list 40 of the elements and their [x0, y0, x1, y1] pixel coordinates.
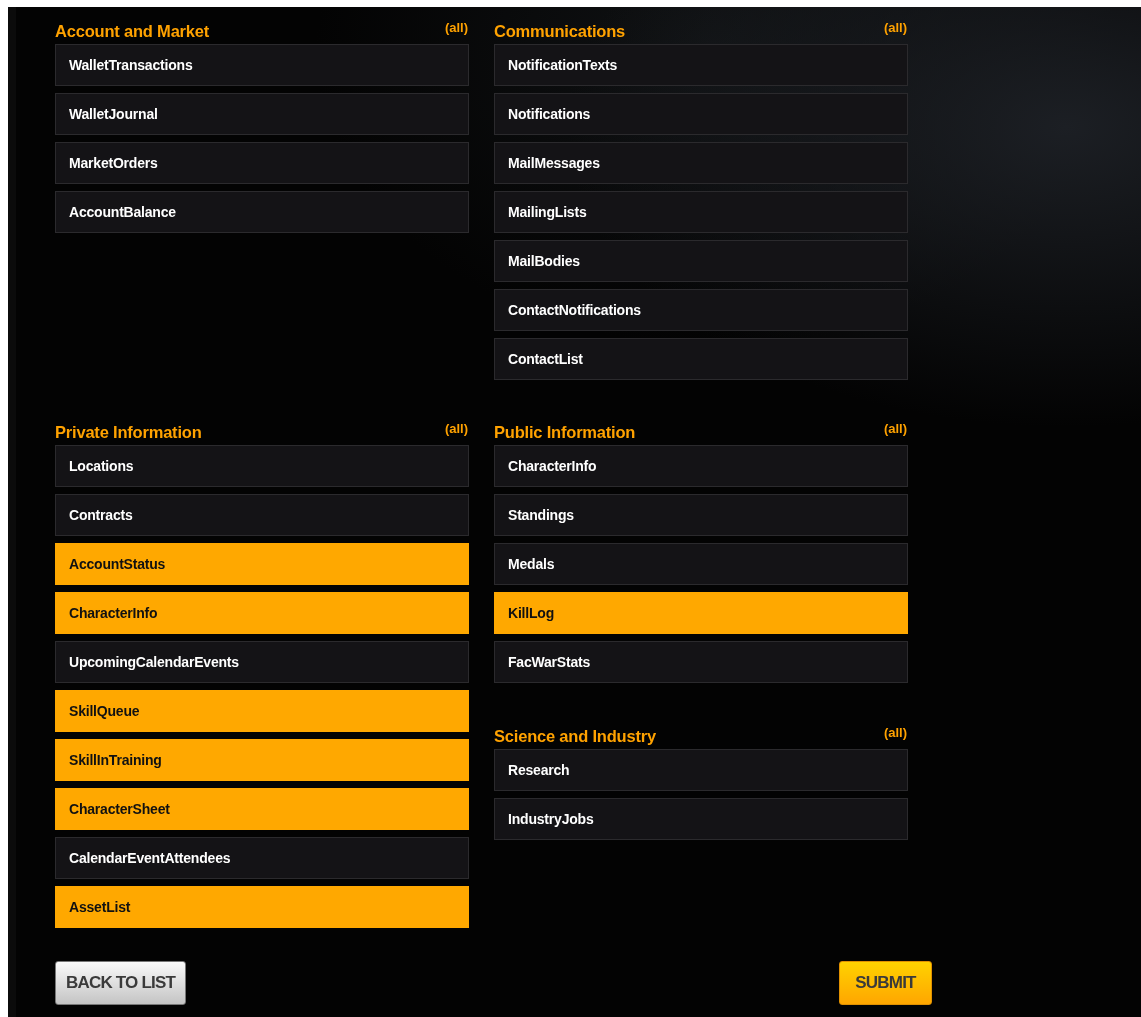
section-title: Public Information [494, 423, 636, 442]
api-option[interactable]: Locations [55, 445, 469, 487]
api-option[interactable]: MailingLists [494, 191, 908, 233]
section-title: Communications [494, 22, 626, 41]
back-button[interactable]: BACK TO LIST [55, 961, 186, 1005]
api-option[interactable]: Medals [494, 543, 908, 585]
api-option[interactable]: ContactList [494, 338, 908, 380]
api-option[interactable]: AssetList [55, 886, 469, 928]
api-option[interactable]: NotificationTexts [494, 44, 908, 86]
api-option[interactable]: FacWarStats [494, 641, 908, 683]
select-all-link[interactable]: (all) [444, 421, 468, 436]
api-option[interactable]: Notifications [494, 93, 908, 135]
api-option[interactable]: Contracts [55, 494, 469, 536]
api-option[interactable]: WalletTransactions [55, 44, 469, 86]
api-option[interactable]: MarketOrders [55, 142, 469, 184]
api-option[interactable]: Standings [494, 494, 908, 536]
api-option[interactable]: CharacterInfo [494, 445, 908, 487]
section-title: Science and Industry [494, 727, 656, 746]
submit-button[interactable]: SUBMIT [839, 961, 932, 1005]
api-option[interactable]: ContactNotifications [494, 289, 908, 331]
select-all-link[interactable]: (all) [883, 20, 907, 35]
api-option[interactable]: CharacterInfo [55, 592, 469, 634]
select-all-link[interactable]: (all) [883, 421, 907, 436]
api-option[interactable]: AccountStatus [55, 543, 469, 585]
section-title: Account and Market [55, 22, 210, 41]
api-option[interactable]: KillLog [494, 592, 908, 634]
api-option[interactable]: CalendarEventAttendees [55, 837, 469, 879]
section-title: Private Information [55, 423, 202, 442]
api-option[interactable]: IndustryJobs [494, 798, 908, 840]
api-option[interactable]: SkillInTraining [55, 739, 469, 781]
api-option[interactable]: MailMessages [494, 142, 908, 184]
select-all-link[interactable]: (all) [883, 725, 907, 740]
api-option[interactable]: WalletJournal [55, 93, 469, 135]
api-option[interactable]: Research [494, 749, 908, 791]
api-option[interactable]: UpcomingCalendarEvents [55, 641, 469, 683]
api-option[interactable]: MailBodies [494, 240, 908, 282]
api-option[interactable]: AccountBalance [55, 191, 469, 233]
select-all-link[interactable]: (all) [444, 20, 468, 35]
api-option[interactable]: CharacterSheet [55, 788, 469, 830]
api-option[interactable]: SkillQueue [55, 690, 469, 732]
